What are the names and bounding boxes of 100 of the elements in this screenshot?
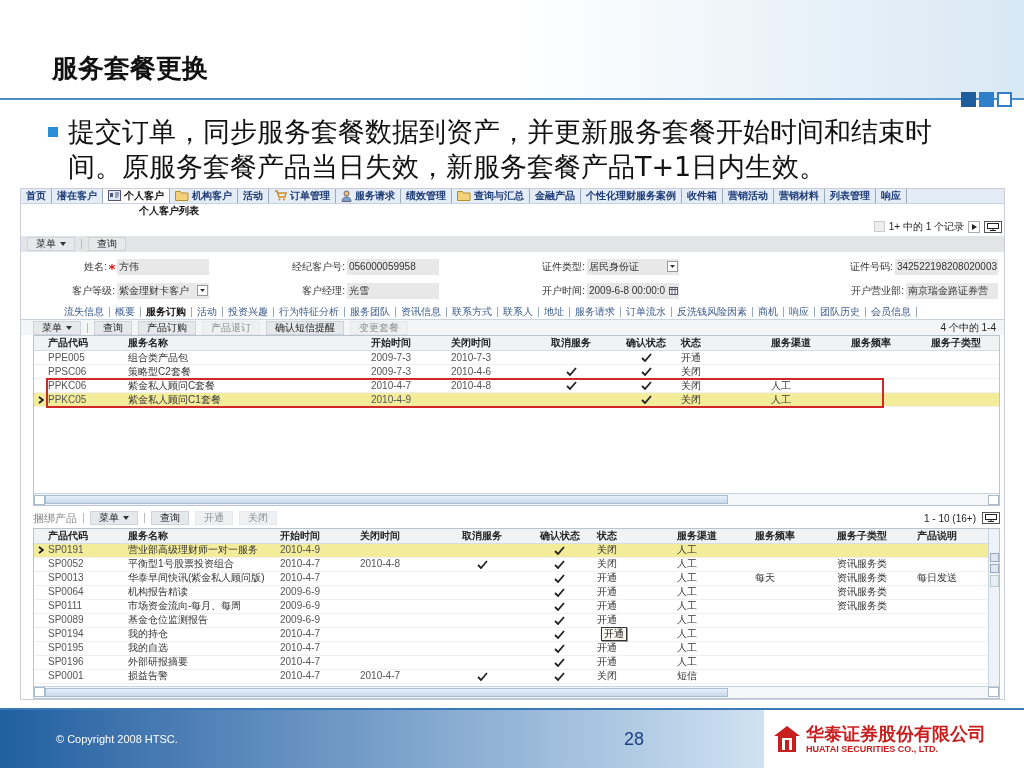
table-cell: 人工 — [677, 545, 697, 556]
table-cell: SP0194 — [48, 629, 84, 640]
detail-tab[interactable]: 活动 — [192, 307, 223, 318]
table-cell: 关闭 — [597, 545, 617, 556]
nav-tab[interactable]: 机构客户 — [170, 189, 238, 203]
menu-button[interactable]: 菜单 — [27, 237, 75, 252]
detail-tab[interactable]: 服务团队 — [345, 307, 396, 318]
previous-page-button[interactable] — [873, 221, 885, 232]
nav-tab[interactable]: 个人客户 — [103, 189, 170, 203]
table-cell: 人工 — [677, 615, 697, 626]
table-cell: 2010-4-8 — [360, 559, 401, 570]
table-cell: 紫金私人顾问C套餐 — [128, 380, 216, 391]
text-field[interactable]: 光雪 — [347, 283, 439, 299]
detail-tab[interactable]: 联系方式 — [447, 307, 498, 318]
detail-tab[interactable]: 会员信息 — [866, 307, 917, 318]
table-cell: 2010-4-8 — [451, 380, 492, 391]
detail-tab[interactable]: 流失信息 — [59, 307, 110, 318]
table-cell: 2010-4-7 — [280, 629, 321, 640]
table-row[interactable]: PPE005 组合类产品包 2009-7-3 2010-7-3 开通 — [34, 351, 999, 366]
next-page-button[interactable] — [968, 220, 980, 233]
card-icon — [108, 190, 121, 202]
detail-tab[interactable]: 反洗钱风险因素 — [672, 307, 753, 318]
detail-tab[interactable]: 行为特征分析 — [274, 307, 345, 318]
detail-tab[interactable]: 服务请求 — [570, 307, 621, 318]
nav-tab[interactable]: 服务请求 — [336, 189, 401, 203]
detail-tab[interactable]: 联系人 — [498, 307, 539, 318]
bullet-icon — [48, 127, 58, 137]
table-cell: 人工 — [677, 629, 697, 640]
dropdown-field[interactable]: 紫金理财卡客户 — [117, 283, 209, 299]
nav-tab[interactable]: 金融产品 — [530, 189, 581, 203]
text-field[interactable]: 南京瑞金路证券营 — [906, 283, 998, 299]
column-header: 服务频率 — [851, 338, 892, 349]
table-cell: SP0195 — [48, 643, 84, 654]
nav-tab[interactable]: 列表管理 — [825, 189, 876, 203]
table-cell: 资讯服务类 — [837, 559, 887, 570]
detail-tab[interactable]: 团队历史 — [815, 307, 866, 318]
nav-tab[interactable]: 绩效管理 — [401, 189, 452, 203]
horizontal-scrollbar[interactable] — [34, 493, 999, 506]
column-header: 服务渠道 — [771, 338, 812, 349]
table-row[interactable]: PPKC05 紫金私人顾问C1套餐 2010-4-9 关闭 人工 — [34, 393, 999, 408]
detail-tab[interactable]: 商机 — [753, 307, 784, 318]
record-count: 1 - 10 (16+) — [924, 511, 976, 526]
table-cell: 开通 — [597, 657, 617, 668]
menu-button[interactable]: 菜单 — [33, 320, 81, 335]
menu-button[interactable]: 菜单 — [90, 511, 138, 526]
nav-tab[interactable]: 响应 — [876, 189, 907, 203]
nav-tab[interactable]: 营销活动 — [723, 189, 774, 203]
caret-icon — [66, 325, 72, 330]
detail-tab[interactable]: 投资兴趣 — [223, 307, 274, 318]
toolbar-button[interactable]: 确认短信提醒 — [266, 320, 344, 335]
field-label: 客户等级: — [72, 284, 115, 299]
caret-icon — [123, 516, 129, 521]
vertical-scrollbar[interactable] — [988, 529, 999, 686]
toolbar-button[interactable]: 查询 — [88, 237, 126, 252]
text-field[interactable]: 056000059958 — [347, 259, 439, 275]
date-field[interactable]: 2009-6-8 00:00:0 — [587, 283, 679, 299]
column-header: 产品代码 — [48, 531, 89, 541]
column-header: 关闭时间 — [451, 338, 492, 349]
column-header: 状态 — [681, 338, 702, 349]
nav-tab[interactable]: 订单管理 — [269, 189, 336, 203]
detail-tab[interactable]: 订单流水 — [621, 307, 672, 318]
nav-tab[interactable]: 首页 — [21, 189, 52, 203]
table-cell: 开通 — [597, 573, 617, 584]
table-row[interactable]: PPSC06 策略型C2套餐 2009-7-3 2010-4-6 关闭 — [34, 365, 999, 380]
folder-icon — [457, 190, 471, 202]
table-cell: 我的自选 — [128, 643, 168, 654]
cart-icon — [274, 190, 287, 202]
toolbar-button[interactable]: 查询 — [151, 511, 189, 526]
table-cell: 开通 — [597, 615, 617, 626]
text-field[interactable]: 342522198208020003 — [894, 259, 998, 275]
table-cell: 人工 — [677, 643, 697, 654]
list-options-button[interactable] — [984, 220, 1002, 233]
nav-tab[interactable]: 活动 — [238, 189, 269, 203]
detail-tab[interactable]: 响应 — [784, 307, 815, 318]
nav-tab[interactable]: 收件箱 — [682, 189, 723, 203]
table-cell: 2010-4-9 — [280, 545, 321, 556]
table-cell: 2010-4-9 — [371, 394, 412, 405]
detail-tab[interactable]: 地址 — [539, 307, 570, 318]
table-cell: 2010-4-7 — [280, 671, 321, 682]
table-cell: 开通 — [597, 587, 617, 598]
nav-tab[interactable]: 营销材料 — [774, 189, 825, 203]
horizontal-scrollbar[interactable] — [34, 686, 999, 698]
table-cell: 策略型C2套餐 — [128, 366, 191, 377]
logo-subtext: HUATAI SECURITIES CO., LTD. — [806, 744, 939, 754]
list-options-button[interactable] — [982, 512, 1000, 525]
nav-tab[interactable]: 个性化理财服务案例 — [581, 189, 682, 203]
detail-tab[interactable]: 服务订购 — [141, 307, 192, 318]
detail-tab[interactable]: 资讯信息 — [396, 307, 447, 318]
field-label: 姓名: — [84, 260, 107, 275]
detail-tab[interactable]: 概要 — [110, 307, 141, 318]
caret-icon — [60, 242, 66, 247]
column-header: 确认状态 — [538, 531, 581, 541]
toolbar-button[interactable]: 产品订购 — [138, 320, 196, 335]
table-cell: 2010-4-7 — [280, 657, 321, 668]
toolbar-button[interactable]: 查询 — [94, 320, 132, 335]
dropdown-field[interactable]: 居民身份证 — [587, 259, 679, 275]
column-header: 服务渠道 — [677, 531, 718, 541]
text-field[interactable]: 方伟 — [117, 259, 209, 275]
calendar-icon — [669, 286, 678, 296]
nav-tab[interactable]: 查询与汇总 — [452, 189, 530, 203]
